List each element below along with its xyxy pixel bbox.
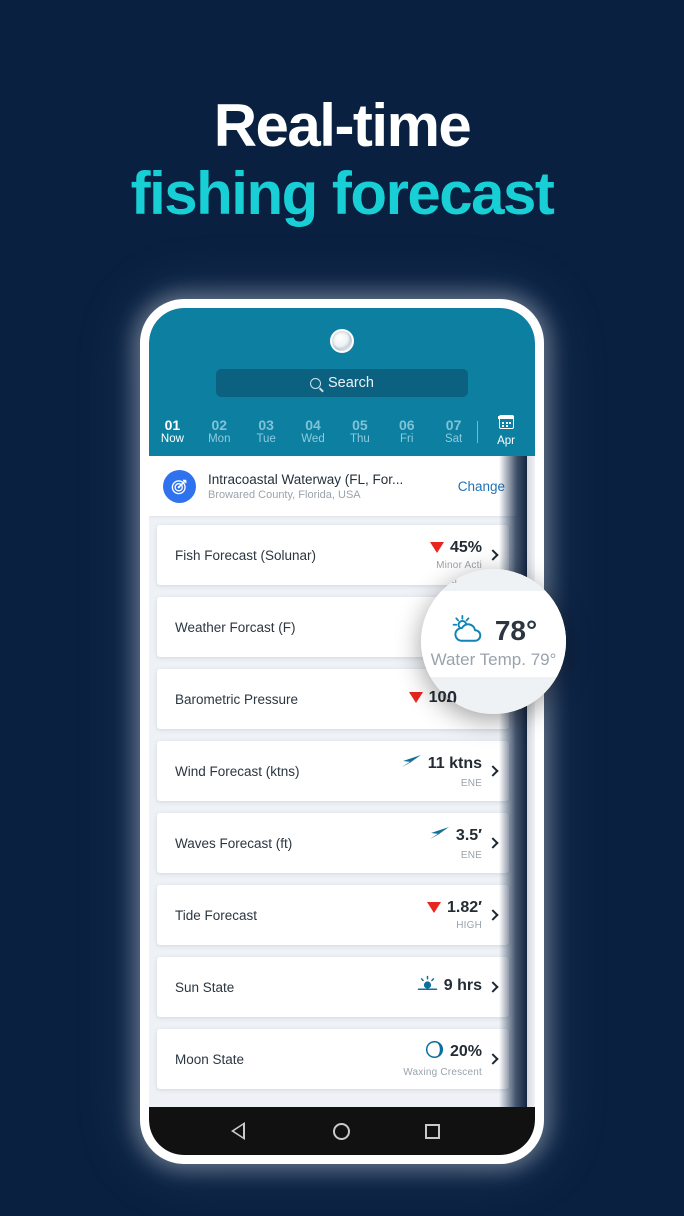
date-name: Wed xyxy=(301,433,325,446)
row-waves-forecast[interactable]: Waves Forecast (ft) 3.5′ ENE xyxy=(157,813,509,873)
row-title: Waves Forecast (ft) xyxy=(175,835,293,851)
magnifier-callout: nor Acti 2590 78° Water Temp. 79° xyxy=(421,569,566,714)
row-title: Barometric Pressure xyxy=(175,691,299,707)
location-bar: Intracoastal Waterway (FL, For... Browar… xyxy=(149,456,517,516)
row-value-block: 9 hrs xyxy=(417,975,482,999)
headline-line-2: fishing forecast xyxy=(130,160,555,227)
date-name: Mon xyxy=(208,433,231,446)
location-text: Intracoastal Waterway (FL, For... Browar… xyxy=(208,472,452,501)
row-title: Wind Forecast (ktns) xyxy=(175,763,300,779)
date-number: 01 xyxy=(164,417,181,434)
screen-edge-shadow xyxy=(499,456,527,1107)
row-title: Fish Forecast (Solunar) xyxy=(175,547,317,563)
row-value: 1.82′ xyxy=(447,898,482,916)
date-tab-06[interactable]: 06 Fri xyxy=(383,417,430,446)
moon-phase-icon xyxy=(425,1040,444,1064)
date-tab-01[interactable]: 01 Now xyxy=(149,417,196,446)
home-circle-icon[interactable] xyxy=(332,1122,350,1140)
row-value-block: 11 ktns ENE xyxy=(400,752,482,789)
chevron-right-icon[interactable] xyxy=(487,837,499,849)
phone-screen: Search 01 Now 02 Mon 03 Tue 04 Wed 05 Th… xyxy=(149,308,535,1155)
date-number: 06 xyxy=(398,417,415,434)
magnifier-ghost-bottom-text: 2590 xyxy=(421,688,458,708)
row-sun-state[interactable]: Sun State 9 hrs xyxy=(157,957,509,1017)
wave-arrow-icon xyxy=(428,824,450,847)
target-location-icon xyxy=(163,469,196,503)
magnifier-temp-row: 78° xyxy=(431,614,557,649)
android-navigation-bar xyxy=(149,1107,535,1155)
row-value: 45% xyxy=(449,538,482,556)
row-value-block: 1.82′ HIGH xyxy=(427,899,482,931)
row-value-block: 3.5′ ENE xyxy=(428,824,482,861)
magnifier-content: 78° Water Temp. 79° xyxy=(430,614,557,670)
chevron-right-icon[interactable] xyxy=(487,1053,499,1065)
date-name: Sat xyxy=(444,433,463,446)
search-placeholder: Search xyxy=(328,375,374,391)
phone-mockup: Search 01 Now 02 Mon 03 Tue 04 Wed 05 Th… xyxy=(140,299,544,1164)
row-value: 9 hrs xyxy=(443,976,482,994)
page-headline: Real-time fishing forecast xyxy=(0,96,684,224)
row-value-block: 20% Waxing Crescent xyxy=(403,1040,482,1078)
row-title: Sun State xyxy=(175,979,235,995)
date-tab-02[interactable]: 02 Mon xyxy=(196,417,243,446)
chevron-right-icon[interactable] xyxy=(487,981,499,993)
row-value: 11 ktns xyxy=(427,754,482,772)
date-number: 03 xyxy=(258,417,274,434)
search-input[interactable]: Search xyxy=(216,369,468,397)
row-value: 3.5′ xyxy=(455,826,482,844)
location-title: Intracoastal Waterway (FL, For... xyxy=(208,471,404,487)
date-name: Thu xyxy=(349,433,370,446)
month-picker-button[interactable]: Apr xyxy=(477,414,535,449)
row-title: Moon State xyxy=(175,1051,245,1067)
row-subvalue: Waxing Crescent xyxy=(403,1066,482,1078)
date-number: 07 xyxy=(445,417,462,434)
row-subvalue: ENE xyxy=(460,850,482,862)
headline-line-1: Real-time xyxy=(213,92,472,159)
magnifier-temperature: 78° xyxy=(494,615,538,646)
wind-arrow-icon xyxy=(400,752,422,775)
row-moon-state[interactable]: Moon State 20% Waxing Crescent xyxy=(157,1029,509,1089)
date-number: 02 xyxy=(211,417,228,434)
change-location-button[interactable]: Change xyxy=(452,479,505,494)
front-camera-icon xyxy=(330,329,354,353)
row-value-block: 45% Minor Acti xyxy=(429,538,482,571)
down-triangle-icon xyxy=(429,542,444,554)
row-subvalue: HIGH xyxy=(456,919,482,931)
row-value: 20% xyxy=(449,1042,482,1060)
date-number: 05 xyxy=(352,417,368,434)
search-icon xyxy=(310,377,322,389)
date-number: 04 xyxy=(305,417,321,434)
month-label: Apr xyxy=(497,434,515,447)
row-title: Weather Forcast (F) xyxy=(175,619,296,635)
row-subvalue: ENE xyxy=(460,778,482,790)
app-header: Search 01 Now 02 Mon 03 Tue 04 Wed 05 Th… xyxy=(149,308,535,456)
location-subtitle: Browared County, Florida, USA xyxy=(208,488,361,501)
date-name: Fri xyxy=(400,433,414,446)
chevron-right-icon[interactable] xyxy=(487,765,499,777)
down-triangle-icon xyxy=(427,902,442,914)
row-wind-forecast[interactable]: Wind Forecast (ktns) 11 ktns ENE xyxy=(157,741,509,801)
scrollbar-track[interactable] xyxy=(527,456,535,1107)
date-name: Tue xyxy=(256,433,276,446)
date-tab-07[interactable]: 07 Sat xyxy=(430,417,477,446)
date-tab-04[interactable]: 04 Wed xyxy=(290,417,337,446)
date-tab-05[interactable]: 05 Thu xyxy=(336,417,383,446)
chevron-right-icon[interactable] xyxy=(487,909,499,921)
sunrise-icon xyxy=(417,975,438,996)
row-title: Tide Forecast xyxy=(175,907,258,923)
date-name: Now xyxy=(160,433,184,446)
magnifier-water-temp: Water Temp. 79° xyxy=(430,649,557,669)
calendar-icon xyxy=(497,414,515,429)
row-tide-forecast[interactable]: Tide Forecast 1.82′ HIGH xyxy=(157,885,509,945)
recents-square-icon[interactable] xyxy=(424,1123,440,1139)
date-tab-03[interactable]: 03 Tue xyxy=(243,417,290,446)
sun-behind-cloud-icon xyxy=(450,614,486,649)
back-triangle-icon[interactable] xyxy=(231,1122,258,1140)
chevron-right-icon[interactable] xyxy=(487,549,499,561)
magnifier-ghost-top-text: nor Acti xyxy=(421,572,458,586)
date-strip: 01 Now 02 Mon 03 Tue 04 Wed 05 Thu 06 Fr… xyxy=(149,408,535,456)
